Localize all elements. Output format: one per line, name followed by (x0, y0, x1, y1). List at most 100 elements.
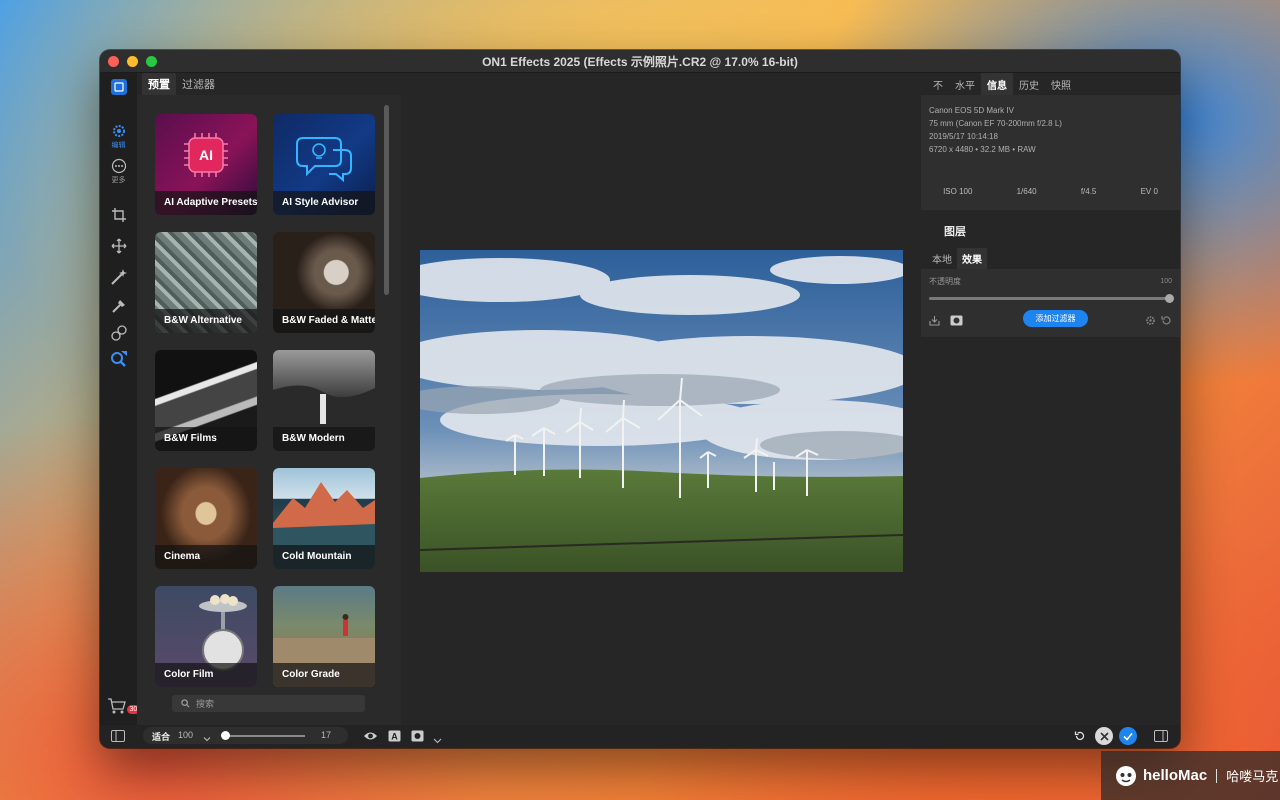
lens-info: 75 mm (Canon EF 70-200mm f/2.8 L) (929, 119, 1062, 128)
gear-icon (112, 125, 125, 137)
preset-label: B&W Modern (273, 427, 375, 451)
magic-wand-tool[interactable] (100, 268, 137, 286)
brush-icon (111, 300, 125, 313)
tab-level[interactable]: 水平 (949, 73, 981, 96)
image-dimensions: 6720 x 4480 • 32.2 MB • RAW (929, 145, 1036, 154)
shutter-value: 1/640 (1016, 187, 1037, 196)
info-panel: Canon EOS 5D Mark IV 75 mm (Canon EF 70-… (921, 95, 1180, 210)
preset-label: B&W Alternative (155, 309, 257, 333)
window-controls (108, 56, 157, 67)
preset-card[interactable]: B&W Modern (273, 350, 375, 451)
exposure-stats: ISO 100 1/640 f/4.5 EV 0 (921, 187, 1180, 196)
tab-history[interactable]: 历史 (1013, 73, 1045, 96)
tab-effects[interactable]: 效果 (957, 248, 987, 269)
cart-icon (107, 698, 126, 714)
edit-tool-label: 编辑 (111, 142, 126, 149)
tab-filters[interactable]: 过滤器 (176, 73, 221, 95)
more-tool-label: 更多 (111, 177, 126, 184)
hellomac-logo-icon (1116, 765, 1136, 786)
ev-value: EV 0 (1140, 187, 1158, 196)
zoom-preset-value[interactable]: 100 (178, 730, 193, 740)
import-preset-icon[interactable] (929, 313, 940, 331)
more-tool[interactable]: 更多 (100, 158, 137, 185)
move-icon (111, 238, 126, 254)
retouch-tool[interactable] (100, 349, 137, 367)
brush-tool[interactable] (100, 297, 137, 315)
preset-card[interactable]: B&W Films (155, 350, 257, 451)
crop-icon (111, 208, 126, 222)
watermark-brand: helloMac (1143, 767, 1208, 784)
search-bar (172, 695, 365, 712)
preset-label: B&W Faded & Matte (273, 309, 375, 333)
minimize-window-button[interactable] (127, 56, 138, 67)
app-logo[interactable] (100, 79, 137, 95)
cancel-button[interactable] (1095, 727, 1113, 745)
layers-title: 图层 (944, 226, 966, 238)
apply-button[interactable] (1119, 727, 1137, 745)
image-canvas[interactable] (401, 73, 921, 725)
preset-card[interactable]: B&W Alternative (155, 232, 257, 333)
tab-local[interactable]: 本地 (927, 248, 957, 269)
preset-card[interactable]: Cold Mountain (273, 468, 375, 569)
right-tabs: 不 水平 信息 历史 快照 (927, 72, 1077, 96)
chevron-down-icon[interactable] (203, 730, 211, 748)
more-icon (111, 158, 126, 174)
preset-card[interactable]: B&W Faded & Matte (273, 232, 375, 333)
edit-tool[interactable]: 编辑 (100, 123, 137, 150)
iso-value: ISO 100 (943, 187, 973, 196)
preview-eye-icon[interactable] (363, 729, 378, 747)
reset-icon[interactable] (1161, 313, 1172, 331)
layer-tabs: 本地 效果 (927, 248, 987, 269)
preset-card[interactable]: AI AI Adaptive Presets (155, 114, 257, 215)
preset-label: Cold Mountain (273, 545, 375, 569)
opacity-slider-knob[interactable] (1165, 294, 1174, 303)
capture-datetime: 2019/5/17 10:14:18 (929, 132, 998, 141)
toggle-browser-icon[interactable] (111, 729, 125, 747)
search-icon (181, 699, 190, 708)
fit-button[interactable]: 适合 (152, 730, 170, 743)
tab-nav[interactable]: 不 (927, 73, 949, 96)
watermark-cn: 哈喽马克 (1226, 769, 1279, 784)
svg-text:A: A (391, 732, 398, 742)
title-bar: ON1 Effects 2025 (Effects 示例照片.CR2 @ 17.… (100, 50, 1180, 73)
close-window-button[interactable] (108, 56, 119, 67)
zoom-slider-knob[interactable] (221, 731, 230, 740)
mask-tool[interactable] (100, 324, 137, 342)
preset-label: Cinema (155, 545, 257, 569)
watermark-separator (1216, 768, 1218, 783)
mask-icon[interactable] (950, 313, 963, 331)
maximize-window-button[interactable] (146, 56, 157, 67)
magic-wand-icon (110, 269, 127, 285)
retouch-icon (110, 351, 127, 367)
preset-label: Color Film (155, 663, 257, 687)
zoom-control: 适合 100 17 (143, 727, 348, 744)
crop-tool[interactable] (100, 207, 137, 223)
move-tool[interactable] (100, 238, 137, 254)
add-filter-button[interactable]: 添加过滤器 (1023, 310, 1088, 327)
browser-scrollbar[interactable] (384, 105, 389, 295)
text-overlay-icon[interactable]: A (388, 729, 401, 747)
browser-tabs: 预置 过滤器 (137, 73, 401, 95)
effects-panel: 不透明度 100 添加过滤器 (921, 269, 1180, 337)
cart-button[interactable]: 30 (100, 697, 141, 719)
toggle-right-panel-icon[interactable] (1154, 729, 1168, 747)
zoom-slider-track[interactable] (225, 735, 305, 737)
tab-snapshots[interactable]: 快照 (1045, 73, 1077, 96)
view-options-chevron-icon[interactable] (433, 732, 442, 748)
aperture-value: f/4.5 (1080, 187, 1097, 196)
photo-preview (420, 250, 903, 572)
zoom-value: 17 (321, 730, 332, 740)
mask-view-icon[interactable] (411, 729, 424, 747)
preset-card[interactable]: Color Grade (273, 586, 375, 687)
tab-presets[interactable]: 预置 (142, 73, 176, 95)
preset-label: B&W Films (155, 427, 257, 451)
preset-card[interactable]: AI Style Advisor (273, 114, 375, 215)
search-input[interactable] (196, 698, 346, 709)
opacity-slider[interactable] (929, 294, 1174, 303)
tab-info[interactable]: 信息 (981, 72, 1013, 96)
preset-card[interactable]: Color Film (155, 586, 257, 687)
preset-label: AI Adaptive Presets (155, 191, 257, 215)
settings-gear-icon[interactable] (1145, 313, 1156, 331)
undo-button[interactable] (1071, 727, 1089, 745)
preset-card[interactable]: Cinema (155, 468, 257, 569)
